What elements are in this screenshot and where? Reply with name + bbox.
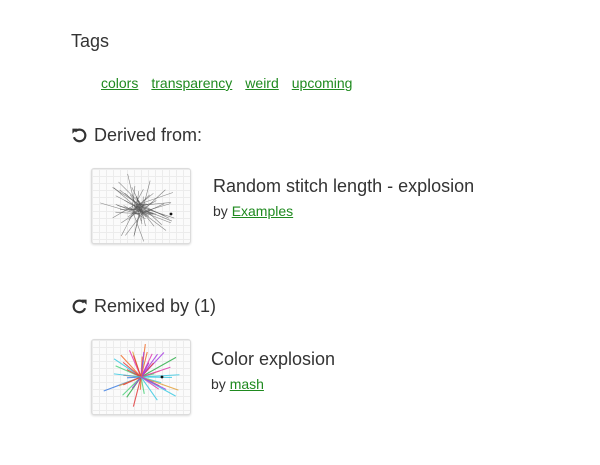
remixed-by-heading: Remixed by (1)	[71, 296, 216, 317]
remix-author-link[interactable]: mash	[230, 376, 264, 392]
remix-project-title[interactable]: Color explosion	[211, 349, 335, 370]
derived-author-link[interactable]: Examples	[232, 203, 293, 219]
tag-link-transparency[interactable]: transparency	[151, 75, 232, 91]
tag-link-colors[interactable]: colors	[101, 75, 138, 91]
derived-from-label: Derived from:	[94, 125, 203, 145]
remix-info: Color explosion by mash	[211, 339, 335, 392]
undo-icon	[71, 127, 88, 144]
remix-thumbnail[interactable]	[91, 339, 191, 415]
redo-icon	[71, 298, 88, 315]
derived-thumbnail[interactable]	[91, 168, 191, 244]
tags-heading: Tags	[71, 31, 109, 52]
derived-byline: by Examples	[213, 203, 474, 219]
derived-from-heading: Derived from:	[71, 125, 202, 146]
derived-from-card: Random stitch length - explosion by Exam…	[91, 168, 474, 244]
tag-link-upcoming[interactable]: upcoming	[292, 75, 353, 91]
remix-byline: by mash	[211, 376, 335, 392]
remix-card: Color explosion by mash	[91, 339, 335, 415]
derived-by-prefix: by	[213, 203, 228, 219]
tags-heading-label: Tags	[71, 31, 110, 51]
tag-list: colors transparency weird upcoming	[101, 75, 352, 91]
derived-project-title[interactable]: Random stitch length - explosion	[213, 176, 474, 197]
remix-by-prefix: by	[211, 376, 226, 392]
remixed-by-label: Remixed by (1)	[94, 296, 217, 316]
tag-link-weird[interactable]: weird	[245, 75, 278, 91]
derived-info: Random stitch length - explosion by Exam…	[213, 168, 474, 219]
